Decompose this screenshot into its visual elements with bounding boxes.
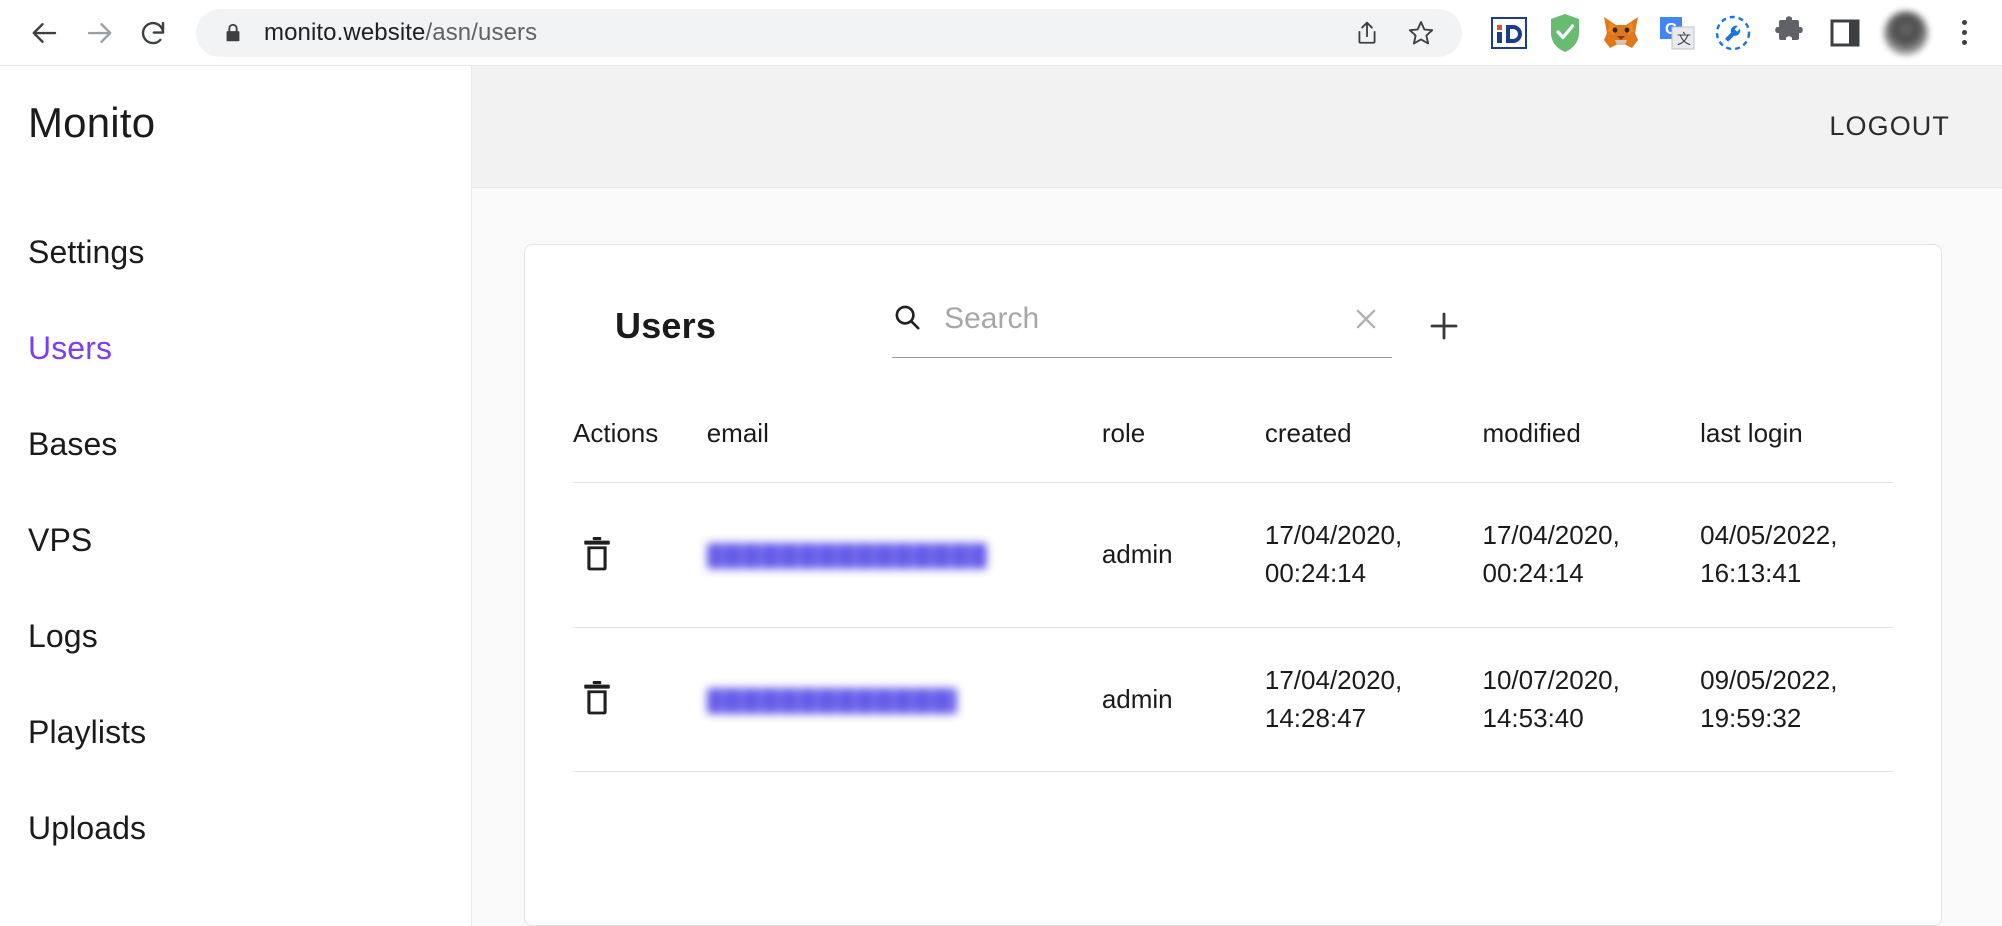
cell-role: admin [1101, 482, 1265, 628]
sidebar: Monito Settings Users Bases VPS Logs Pla… [0, 66, 472, 926]
kebab-menu-icon[interactable] [1944, 10, 1984, 56]
sidebar-item-vps[interactable]: VPS [0, 492, 471, 588]
cell-email[interactable] [706, 627, 1102, 773]
url-text: monito.website/asn/users [264, 19, 1344, 47]
cell-last-login: 09/05/2022, 19:59:32 [1700, 627, 1893, 773]
table-header: Actions email role created modified last… [573, 414, 1893, 484]
sidebar-item-uploads[interactable]: Uploads [0, 780, 471, 876]
reload-button[interactable] [126, 6, 180, 60]
search-field[interactable] [892, 293, 1393, 358]
arrow-left-icon [30, 18, 60, 48]
sidebar-item-bases[interactable]: Bases [0, 396, 471, 492]
table-row: admin 17/04/2020, 14:28:47 10/07/2020, 1… [573, 627, 1893, 773]
profile-avatar [1884, 10, 1928, 55]
browser-toolbar: monito.website/asn/users G 文 [0, 0, 2002, 66]
ideal-extension-icon[interactable] [1486, 10, 1532, 56]
table-body: admin 17/04/2020, 00:24:14 17/04/2020, 0… [573, 482, 1893, 773]
search-area [892, 293, 1470, 358]
avatar[interactable] [1878, 5, 1934, 61]
cell-actions [573, 482, 707, 628]
cell-modified: 17/04/2020, 00:24:14 [1482, 482, 1701, 628]
search-icon [892, 302, 922, 337]
cell-modified: 10/07/2020, 14:53:40 [1482, 627, 1701, 773]
close-icon[interactable] [1340, 293, 1392, 345]
column-header-role[interactable]: role [1101, 414, 1265, 484]
back-button[interactable] [18, 6, 72, 60]
trash-icon[interactable] [573, 671, 621, 725]
extensions-puzzle-icon[interactable] [1766, 10, 1812, 56]
metamask-fox-icon[interactable] [1598, 10, 1644, 56]
trash-icon[interactable] [573, 527, 621, 581]
cell-last-login: 04/05/2022, 16:13:41 [1700, 482, 1893, 628]
column-header-email[interactable]: email [706, 414, 1102, 484]
url-path: /asn/users [425, 18, 538, 46]
sidebar-item-logs[interactable]: Logs [0, 588, 471, 684]
users-table: Actions email role created modified last… [573, 414, 1893, 773]
sidebar-item-settings[interactable]: Settings [0, 204, 471, 300]
logout-button[interactable]: LOGOUT [1829, 111, 1950, 142]
app-root: Monito Settings Users Bases VPS Logs Pla… [0, 66, 2002, 926]
lock-icon [222, 22, 244, 44]
cell-email[interactable] [706, 482, 1102, 628]
extension-icons: G 文 [1472, 5, 1984, 61]
main-content: LOGOUT Users Search Actions email role c… [472, 66, 2002, 926]
users-card: Users Search Actions email role created … [524, 244, 1942, 926]
column-header-created[interactable]: created [1264, 414, 1483, 484]
arrow-right-icon [84, 18, 114, 48]
devtools-wrench-icon[interactable] [1710, 10, 1756, 56]
cell-role: admin [1101, 627, 1265, 773]
column-header-last-login[interactable]: last login [1700, 414, 1893, 484]
reload-icon [138, 18, 168, 48]
column-header-modified[interactable]: modified [1482, 414, 1701, 484]
cell-created: 17/04/2020, 00:24:14 [1264, 482, 1483, 628]
cell-actions [573, 627, 707, 773]
card-area: Users Search Actions email role created … [472, 188, 2002, 926]
google-translate-icon[interactable]: G 文 [1654, 10, 1700, 56]
side-panel-icon[interactable] [1822, 10, 1868, 56]
sidebar-item-users[interactable]: Users [0, 300, 471, 396]
url-domain: monito.website [264, 18, 426, 46]
sidebar-nav: Settings Users Bases VPS Logs Playlists … [0, 204, 471, 876]
star-icon[interactable] [1398, 10, 1444, 56]
card-header: Users [573, 245, 1893, 368]
cell-created: 17/04/2020, 14:28:47 [1264, 627, 1483, 773]
svg-text:文: 文 [1677, 31, 1691, 47]
app-brand: Monito [28, 99, 156, 146]
forward-button[interactable] [72, 6, 126, 60]
plus-icon[interactable] [1418, 300, 1470, 352]
search-input[interactable] [944, 302, 1319, 336]
column-header-actions[interactable]: Actions [573, 414, 707, 484]
content-topbar: LOGOUT [472, 66, 2002, 188]
email-redacted-value [706, 543, 987, 570]
table-row: admin 17/04/2020, 00:24:14 17/04/2020, 0… [573, 482, 1893, 628]
email-redacted-value [706, 687, 957, 714]
adguard-shield-icon[interactable] [1542, 10, 1588, 56]
page-title: Users [615, 304, 717, 346]
sidebar-item-playlists[interactable]: Playlists [0, 684, 471, 780]
share-icon[interactable] [1344, 10, 1390, 56]
table-header-row: Actions email role created modified last… [573, 414, 1893, 484]
address-bar[interactable]: monito.website/asn/users [196, 8, 1462, 57]
